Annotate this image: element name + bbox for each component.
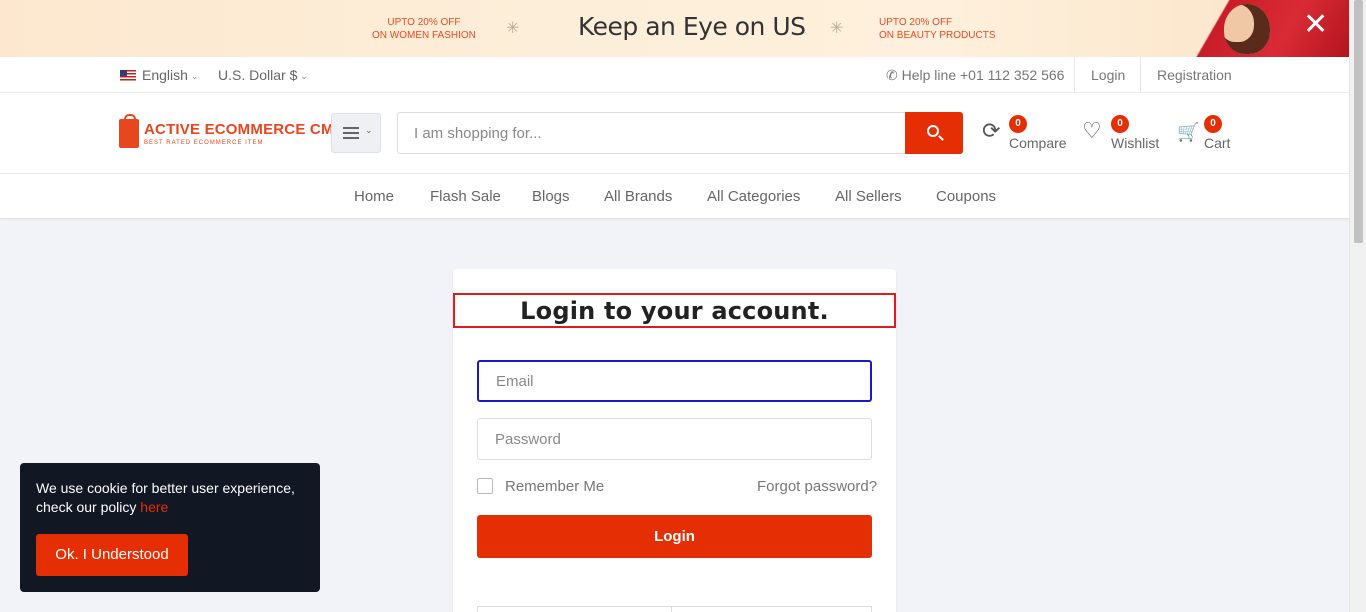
currency-label: U.S. Dollar $	[218, 67, 298, 83]
login-button[interactable]: Login	[477, 515, 872, 558]
login-card: Login to your account. Remember Me Forgo…	[453, 269, 896, 612]
chevron-down-icon: ⌄	[365, 125, 373, 135]
cookie-consent: We use cookie for better user experience…	[20, 463, 320, 592]
logo-name: ACTIVE ECOMMERCE CMS	[144, 121, 344, 138]
search-box	[397, 112, 906, 154]
page-scrollbar[interactable]	[1349, 0, 1366, 612]
promo-banner[interactable]: UPTO 20% OFF ON WOMEN FASHION ✳ Keep an …	[0, 0, 1349, 57]
social-login-row	[477, 606, 872, 612]
phone-icon: ✆	[886, 67, 898, 83]
search-icon	[927, 125, 939, 137]
site-logo[interactable]: ACTIVE ECOMMERCE CMS BEST RATED ECOMMERC…	[119, 114, 344, 151]
promo-beauty: UPTO 20% OFF ON BEAUTY PRODUCTS	[879, 16, 996, 42]
hamburger-icon	[343, 127, 359, 139]
star-icon: ✳	[830, 20, 844, 37]
promo-women: UPTO 20% OFF ON WOMEN FASHION	[372, 16, 476, 42]
refresh-icon: ⟳	[982, 119, 1001, 144]
helpline[interactable]: ✆ Help line +01 112 352 566	[886, 67, 1064, 84]
title-highlight: Login to your account.	[453, 293, 896, 328]
language-label: English	[142, 67, 188, 83]
us-flag-icon	[120, 70, 136, 81]
remember-me-checkbox[interactable]	[477, 478, 493, 494]
promo-beauty-line2: ON BEAUTY PRODUCTS	[879, 30, 996, 41]
main-nav: Home Flash Sale Blogs All Brands All Cat…	[0, 174, 1349, 219]
page-title: Login to your account.	[520, 297, 829, 325]
compare-button[interactable]: ⟳ 0 Compare	[982, 115, 1072, 153]
category-menu-button[interactable]: ⌄	[331, 113, 381, 153]
banner-headline: Keep an Eye on US	[578, 12, 806, 41]
language-selector[interactable]: English ⌄	[120, 67, 198, 83]
search-button[interactable]	[905, 112, 963, 154]
top-bar: English ⌄ U.S. Dollar $ ⌄ ✆ Help line +01 …	[0, 57, 1349, 93]
nav-item-flash-sale[interactable]: Flash Sale	[430, 188, 501, 205]
registration-link[interactable]: Registration	[1157, 67, 1232, 83]
search-input[interactable]	[398, 113, 906, 153]
cart-button[interactable]: 🛒 0 Cart	[1177, 115, 1237, 153]
email-field[interactable]	[479, 362, 870, 400]
forgot-password-link[interactable]: Forgot password?	[757, 478, 877, 495]
email-field-wrapper	[477, 360, 872, 402]
divider	[1074, 57, 1075, 93]
chevron-down-icon: ⌄	[190, 71, 199, 81]
cart-label: Cart	[1204, 135, 1231, 151]
cookie-policy-link[interactable]: here	[140, 499, 168, 515]
scrollbar-thumb[interactable]	[1354, 0, 1363, 243]
logo-tagline: BEST RATED ECOMMERCE ITEM	[144, 140, 264, 146]
promo-women-line1: UPTO 20% OFF	[387, 17, 461, 28]
close-banner-icon[interactable]: ✕	[1303, 10, 1328, 40]
currency-selector[interactable]: U.S. Dollar $ ⌄	[218, 67, 308, 83]
promo-women-line2: ON WOMEN FASHION	[372, 30, 476, 41]
password-field[interactable]	[478, 419, 871, 459]
compare-label: Compare	[1009, 135, 1067, 151]
chevron-down-icon: ⌄	[300, 71, 308, 81]
wishlist-label: Wishlist	[1111, 135, 1160, 151]
remember-me-label: Remember Me	[505, 478, 605, 495]
password-field-wrapper	[477, 418, 872, 460]
wishlist-button[interactable]: ♡ 0 Wishlist	[1082, 115, 1162, 153]
star-icon: ✳	[506, 20, 520, 37]
cart-icon: 🛒	[1177, 122, 1200, 143]
nav-item-all-sellers[interactable]: All Sellers	[835, 188, 902, 205]
shopping-bag-icon	[119, 114, 139, 148]
nav-item-home[interactable]: Home	[354, 188, 394, 205]
promo-beauty-line1: UPTO 20% OFF	[879, 17, 953, 28]
nav-item-all-brands[interactable]: All Brands	[604, 188, 672, 205]
cart-count-badge: 0	[1204, 115, 1222, 133]
nav-item-coupons[interactable]: Coupons	[936, 188, 996, 205]
nav-item-all-categories[interactable]: All Categories	[707, 188, 800, 205]
compare-count-badge: 0	[1009, 115, 1027, 133]
wishlist-count-badge: 0	[1111, 115, 1129, 133]
heart-icon: ♡	[1082, 119, 1102, 144]
helpline-text: Help line +01 112 352 566	[901, 67, 1065, 83]
nav-item-blogs[interactable]: Blogs	[532, 188, 570, 205]
login-link[interactable]: Login	[1091, 67, 1125, 83]
site-header: ACTIVE ECOMMERCE CMS BEST RATED ECOMMERC…	[0, 93, 1349, 174]
divider	[1140, 57, 1141, 93]
cookie-accept-button[interactable]: Ok. I Understood	[36, 534, 188, 576]
cookie-message: We use cookie for better user experience…	[36, 479, 306, 517]
